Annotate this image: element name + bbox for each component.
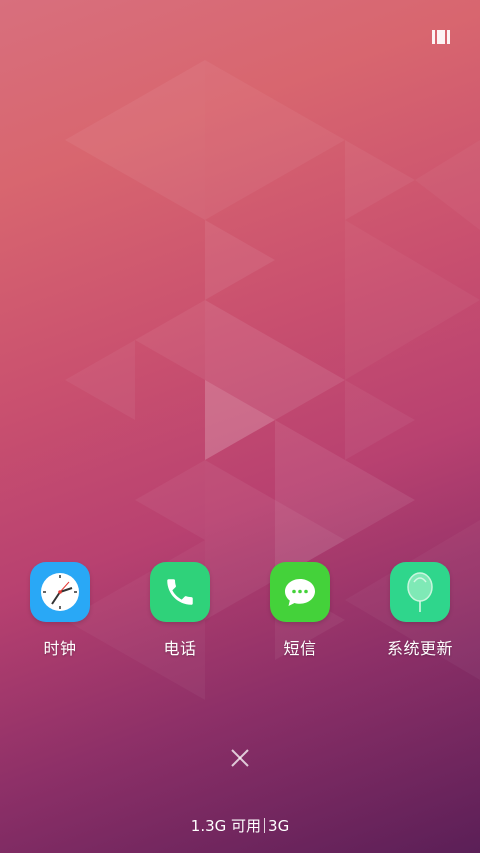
recents-button[interactable] (432, 30, 450, 44)
app-clock[interactable]: 时钟 (10, 562, 110, 659)
recents-icon-part (437, 30, 445, 44)
app-phone[interactable]: 电话 (130, 562, 230, 659)
memory-available: 1.3G 可用 (190, 817, 262, 835)
app-label: 系统更新 (386, 639, 453, 658)
recents-icon-part (432, 30, 435, 44)
recents-icon-part (447, 30, 450, 44)
memory-status: 1.3G 可用 3G (0, 815, 480, 836)
memory-divider (264, 818, 266, 833)
phone-icon (150, 562, 210, 622)
wallpaper (65, 60, 480, 700)
memory-total: 3G (268, 817, 290, 835)
clear-all-button[interactable] (229, 747, 251, 769)
balloon-icon (390, 562, 450, 622)
app-label: 电话 (163, 639, 197, 658)
message-icon (270, 562, 330, 622)
app-label: 短信 (283, 639, 317, 658)
close-icon (231, 749, 249, 767)
app-label: 时钟 (43, 639, 77, 658)
app-system-update[interactable]: 系统更新 (370, 562, 470, 659)
app-messages[interactable]: 短信 (250, 562, 350, 659)
clock-icon (30, 562, 90, 622)
